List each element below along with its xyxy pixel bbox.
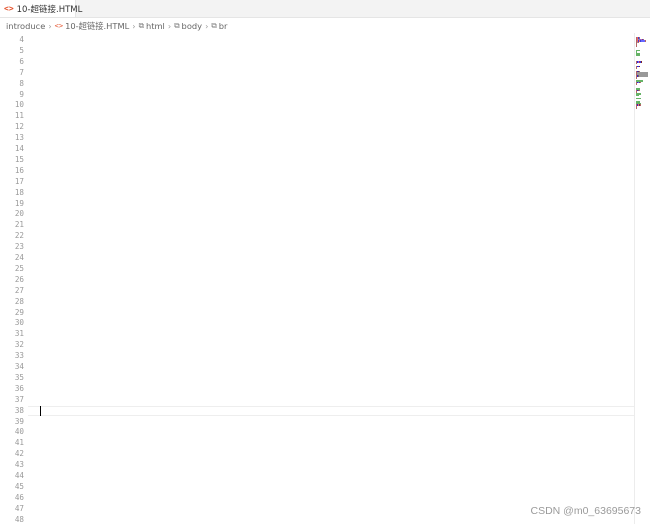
line-number: 31 <box>14 329 24 339</box>
line-number: 14 <box>14 144 24 153</box>
line-number: 15 <box>14 154 24 164</box>
line-number: 7 <box>19 67 24 77</box>
line-number: 27 <box>14 285 24 295</box>
line-number: 28 <box>14 296 24 306</box>
minimap-token <box>636 45 637 47</box>
minimap-token <box>638 41 640 44</box>
minimap-token <box>636 97 642 100</box>
html-file-icon: <> <box>4 4 14 13</box>
line-number: 39 <box>14 416 24 426</box>
minimap-token <box>637 75 648 77</box>
line-number: 19 <box>14 198 24 208</box>
breadcrumb-item-br[interactable]: br <box>219 21 228 31</box>
line-number: 45 <box>14 481 24 491</box>
minimap-token <box>639 65 640 68</box>
line-number: 5 <box>19 45 24 55</box>
line-number: 30 <box>14 318 24 328</box>
line-number: 29 <box>14 307 24 317</box>
minimap-token <box>636 83 637 85</box>
line-number: 21 <box>14 220 24 230</box>
line-number: 4 <box>19 35 24 44</box>
tab-active-file[interactable]: <> 10-超链接.HTML <box>0 0 82 17</box>
tab-title: 10-超链接.HTML <box>16 4 83 15</box>
tab-bar: <> 10-超链接.HTML <box>0 0 650 18</box>
line-number: 22 <box>14 231 24 241</box>
minimap-token <box>636 62 637 65</box>
line-number: 16 <box>14 165 24 175</box>
element-icon: ⧉ <box>138 20 144 30</box>
line-number: 35 <box>14 372 24 382</box>
line-number: 33 <box>14 351 24 361</box>
line-number: 12 <box>14 122 24 132</box>
minimap-token <box>636 94 640 97</box>
element-icon: ⧉ <box>174 20 180 30</box>
minimap-token <box>636 77 637 79</box>
chevron-right-icon: › <box>167 20 172 31</box>
line-number: 38 <box>14 405 24 415</box>
chevron-right-icon: › <box>48 20 52 31</box>
line-number: 42 <box>14 449 24 459</box>
line-number: 13 <box>14 133 24 143</box>
line-number: 37 <box>14 394 24 404</box>
minimap-token <box>640 81 641 84</box>
line-number: 11 <box>14 111 24 121</box>
line-number: 44 <box>14 471 24 480</box>
chevron-right-icon: › <box>132 20 136 31</box>
text-cursor <box>40 406 41 417</box>
breadcrumb-item-folder[interactable]: introduce <box>6 21 45 31</box>
minimap-token <box>636 54 641 57</box>
line-number: 25 <box>14 263 24 273</box>
line-number: 47 <box>14 503 24 513</box>
line-number: 10 <box>14 100 24 110</box>
line-number: 6 <box>19 56 24 66</box>
line-number: 46 <box>14 492 24 502</box>
minimap-token <box>636 67 637 69</box>
line-number: 40 <box>14 427 24 437</box>
code-editor[interactable]: 4 5 6 7 8 9 10 11 12 13 14 15 16 17 18 19 20 21 22 23 24 25 26… <box>0 33 650 524</box>
line-number: 8 <box>19 78 24 88</box>
breadcrumb: introduce › <> 10-超链接.HTML › ⧉ html › ⧉ … <box>0 18 650 33</box>
breadcrumb-item-file[interactable]: 10-超链接.HTML <box>65 20 129 32</box>
watermark: CSDN @m0_63695673 <box>530 505 641 517</box>
line-number: 34 <box>14 362 24 371</box>
line-number: 24 <box>14 253 24 262</box>
line-number: 43 <box>14 460 24 470</box>
line-number: 32 <box>14 340 24 350</box>
breadcrumb-item-body[interactable]: body <box>182 21 203 31</box>
minimap[interactable] <box>634 33 650 524</box>
minimap-token <box>641 61 642 63</box>
html-file-icon: <> <box>54 21 64 30</box>
minimap-token <box>644 40 646 42</box>
line-number: 17 <box>14 176 24 186</box>
current-line-highlight <box>28 405 634 417</box>
element-icon: ⧉ <box>211 20 217 30</box>
line-number: 20 <box>14 209 24 219</box>
minimap-token <box>636 107 637 109</box>
line-number: 36 <box>14 383 24 393</box>
line-number: 26 <box>14 274 24 284</box>
line-number: 41 <box>14 438 24 448</box>
breadcrumb-item-html[interactable]: html <box>146 21 165 31</box>
minimap-token <box>639 104 641 106</box>
chevron-right-icon: › <box>205 20 209 31</box>
line-number: 18 <box>14 187 24 197</box>
line-number: 23 <box>14 242 24 252</box>
minimap-token <box>639 89 640 92</box>
line-number: 9 <box>19 89 24 99</box>
